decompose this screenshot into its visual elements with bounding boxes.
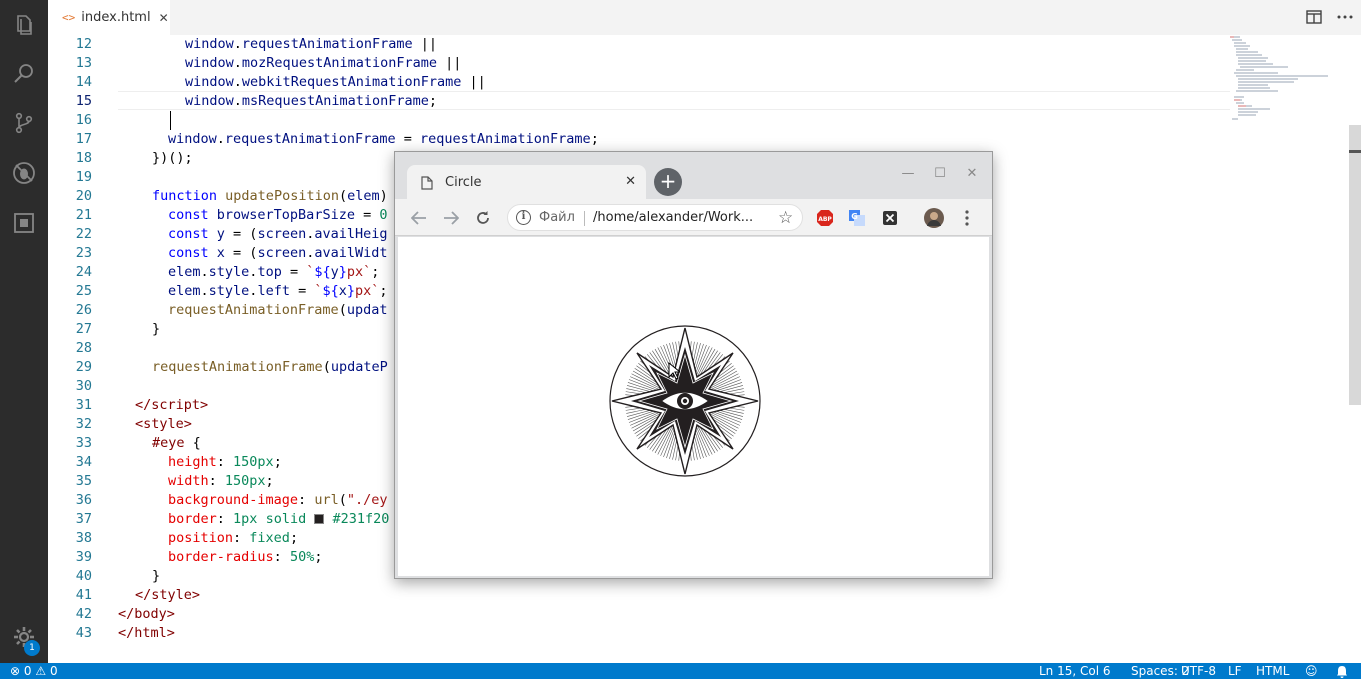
- code-text: }: [152, 321, 161, 337]
- code-text: </html>: [118, 625, 175, 641]
- adblock-extension-icon[interactable]: ABP: [815, 208, 835, 228]
- tab-index-html[interactable]: <> index.html ✕: [48, 0, 170, 35]
- browser-page-content: [398, 237, 989, 576]
- window-maximize-icon[interactable]: ☐: [932, 166, 948, 182]
- browser-window[interactable]: Circle ✕ + — ☐ ✕ i Файл /home/alexander/…: [394, 151, 993, 579]
- window-close-icon[interactable]: ✕: [964, 166, 980, 182]
- code-text: border-radius: 50%;: [168, 549, 323, 565]
- code-line: 13 window.mozRequestAnimationFrame ||: [75, 55, 462, 71]
- browser-toolbar: i Файл /home/alexander/Work... ☆ ABP G: [395, 199, 992, 236]
- eye-circle-image: [609, 325, 761, 477]
- code-text: }: [152, 568, 161, 584]
- eol-setting[interactable]: LF: [1228, 663, 1242, 679]
- code-text: window.mozRequestAnimationFrame ||: [185, 55, 462, 71]
- status-bar: ⊗ 0 ⚠ 0 Ln 15, Col 6 Spaces: 2 UTF-8 LF …: [0, 663, 1361, 679]
- cursor-position[interactable]: Ln 15, Col 6: [1039, 663, 1111, 679]
- browser-tab-close-icon[interactable]: ✕: [625, 174, 636, 189]
- site-info-icon[interactable]: i: [516, 210, 531, 225]
- html-file-icon: <>: [62, 11, 76, 24]
- code-text: height: 150px;: [168, 454, 282, 470]
- settings-gear-icon[interactable]: [0, 612, 48, 662]
- editor-tab-bar: <> index.html ✕: [48, 0, 1361, 35]
- address-bar[interactable]: i Файл /home/alexander/Work... ☆: [507, 204, 803, 231]
- code-line: 43 </html>: [75, 625, 175, 641]
- code-text: position: fixed;: [168, 530, 299, 546]
- window-minimize-icon[interactable]: —: [900, 166, 916, 182]
- code-text: const browserTopBarSize = 0: [168, 207, 388, 223]
- code-line: 42 </body>: [75, 606, 175, 622]
- vertical-scrollbar[interactable]: [1349, 125, 1361, 405]
- code-text: function updatePosition(elem): [152, 188, 388, 204]
- profile-avatar[interactable]: [924, 208, 944, 228]
- code-text: window.msRequestAnimationFrame;: [185, 93, 437, 109]
- code-text: </style>: [135, 587, 201, 603]
- code-text: requestAnimationFrame(updat: [168, 302, 388, 318]
- code-line: 16: [75, 112, 92, 128]
- browser-tab-title: Circle: [445, 175, 482, 190]
- reload-icon[interactable]: [473, 208, 493, 228]
- language-mode[interactable]: HTML: [1256, 663, 1289, 679]
- new-tab-button[interactable]: +: [654, 168, 682, 196]
- code-text: window.requestAnimationFrame = requestAn…: [168, 131, 599, 147]
- cursor-ruler-mark: [1349, 150, 1361, 153]
- color-swatch[interactable]: [314, 514, 325, 524]
- feedback-smiley-icon[interactable]: ☺: [1305, 663, 1318, 679]
- code-text: requestAnimationFrame(updateP: [152, 359, 388, 375]
- code-text: <style>: [135, 416, 192, 432]
- address-separator: [584, 211, 585, 226]
- debug-icon[interactable]: [0, 148, 48, 198]
- tab-label: index.html: [81, 10, 151, 25]
- extensions-icon[interactable]: [0, 198, 48, 248]
- code-line: 41 </style>: [75, 587, 201, 603]
- mouse-pointer-icon: [668, 362, 680, 380]
- settings-badge: 1: [24, 640, 40, 656]
- code-text: window.webkitRequestAnimationFrame ||: [185, 74, 486, 90]
- code-text: border: 1px solid #231f20: [168, 511, 390, 527]
- notifications-bell-icon[interactable]: [1336, 663, 1348, 679]
- error-count: 0: [23, 664, 32, 678]
- back-icon[interactable]: [409, 208, 429, 228]
- warning-icon: ⚠: [35, 664, 47, 678]
- explorer-icon[interactable]: [0, 0, 48, 50]
- code-line: 12 window.requestAnimationFrame ||: [75, 36, 437, 52]
- code-text: #eye {: [152, 435, 201, 451]
- code-text: })();: [152, 150, 193, 166]
- split-editor-icon[interactable]: [1305, 8, 1323, 26]
- file-scheme-label: Файл: [539, 210, 575, 225]
- code-text: const y = (screen.availHeig: [168, 226, 388, 242]
- browser-tab[interactable]: Circle ✕: [407, 165, 646, 200]
- code-line: 14 window.webkitRequestAnimationFrame ||: [75, 74, 486, 90]
- code-text: background-image: url("./ey: [168, 492, 388, 508]
- code-text: elem.style.left = `${x}px`;: [168, 283, 388, 299]
- code-text: const x = (screen.availWidt: [168, 245, 388, 261]
- code-text: </script>: [135, 397, 209, 413]
- page-icon: [421, 175, 433, 190]
- code-text: window.requestAnimationFrame ||: [185, 36, 437, 52]
- code-line: 17 window.requestAnimationFrame = request…: [75, 131, 599, 147]
- url-text[interactable]: /home/alexander/Work...: [593, 210, 753, 225]
- code-text: width: 150px;: [168, 473, 274, 489]
- problems-indicator[interactable]: ⊗ 0 ⚠ 0: [10, 663, 58, 679]
- encoding-setting[interactable]: UTF-8: [1181, 663, 1216, 679]
- source-control-icon[interactable]: [0, 98, 48, 148]
- svg-text:G: G: [851, 212, 858, 221]
- bookmark-star-icon[interactable]: ☆: [778, 208, 793, 228]
- tab-close-icon[interactable]: ✕: [159, 11, 169, 25]
- svg-text:ABP: ABP: [818, 216, 832, 223]
- translate-extension-icon[interactable]: G: [847, 208, 867, 228]
- more-actions-icon[interactable]: [1336, 8, 1354, 26]
- forward-icon[interactable]: [441, 208, 461, 228]
- browser-menu-icon[interactable]: [957, 208, 977, 228]
- error-icon: ⊗: [10, 664, 21, 678]
- x-extension-icon[interactable]: [880, 208, 900, 228]
- text-cursor: [170, 111, 171, 130]
- search-icon[interactable]: [0, 48, 48, 98]
- code-text: </body>: [118, 606, 175, 622]
- minimap[interactable]: [1228, 35, 1348, 125]
- warning-count: 0: [49, 664, 58, 678]
- activity-bar: 1: [0, 0, 48, 663]
- code-line: 15 window.msRequestAnimationFrame;: [75, 93, 437, 109]
- code-text: elem.style.top = `${y}px`;: [168, 264, 380, 280]
